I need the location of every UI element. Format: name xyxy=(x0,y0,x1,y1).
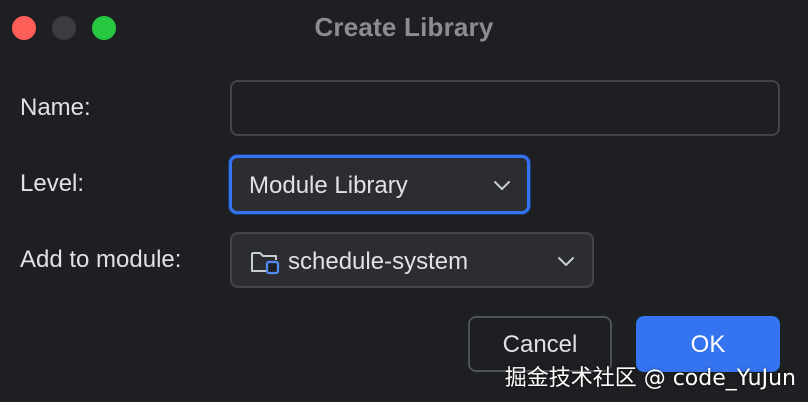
module-selected-value: schedule-system xyxy=(288,248,469,275)
chevron-down-icon xyxy=(494,181,510,190)
add-to-module-label: Add to module: xyxy=(20,246,182,273)
name-label: Name: xyxy=(20,94,91,121)
level-selected-value: Module Library xyxy=(249,172,408,199)
level-select[interactable]: Module Library xyxy=(229,155,530,214)
module-select[interactable]: schedule-system xyxy=(230,232,594,288)
title-bar: Create Library xyxy=(0,0,808,54)
level-label: Level: xyxy=(20,170,85,197)
chevron-down-icon xyxy=(558,257,574,266)
name-input[interactable] xyxy=(230,80,780,136)
create-library-dialog: Create Library Name: Level: Module Libra… xyxy=(0,0,808,402)
module-folder-icon xyxy=(251,252,280,275)
watermark-text: 掘金技术社区 @ code_YuJun xyxy=(504,366,796,391)
dialog-title: Create Library xyxy=(314,12,494,42)
